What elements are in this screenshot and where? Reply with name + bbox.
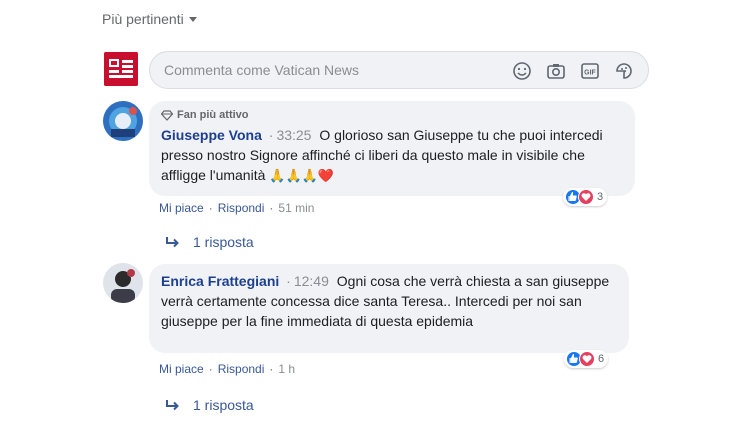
camera-icon[interactable] — [546, 61, 566, 81]
reaction-summary[interactable]: 6 — [564, 350, 609, 368]
love-icon — [579, 351, 595, 367]
comment-author[interactable]: Giuseppe Vona — [161, 127, 262, 143]
sort-label: Più pertinenti — [102, 11, 184, 27]
composer-placeholder[interactable]: Commenta come Vatican News — [164, 62, 359, 78]
comment-age[interactable]: 1 h — [278, 362, 295, 376]
comment-actions: Mi piace · Rispondi · 51 min — [159, 201, 315, 215]
like-button[interactable]: Mi piace — [159, 362, 204, 376]
love-icon — [578, 189, 594, 205]
diamond-icon — [161, 109, 173, 121]
comment-time[interactable]: 12:49 — [294, 273, 329, 289]
comment-age[interactable]: 51 min — [278, 201, 314, 215]
reaction-count: 3 — [597, 191, 604, 203]
view-replies-link[interactable]: 1 risposta — [165, 397, 254, 413]
reply-arrow-icon — [166, 237, 179, 248]
sort-dropdown[interactable]: Più pertinenti — [102, 11, 197, 27]
comment-emoji: 🙏🙏🙏❤️ — [269, 168, 335, 183]
separator: · — [286, 273, 291, 289]
page-avatar — [104, 52, 138, 86]
avatar[interactable] — [103, 101, 143, 141]
comment-bubble: Enrica Frattegiani · 12:49 Ogni cosa che … — [149, 264, 629, 353]
composer-tools: GIF — [512, 61, 634, 81]
sticker-icon[interactable] — [614, 61, 634, 81]
comment-composer[interactable]: Commenta come Vatican News GIF — [149, 51, 649, 89]
reaction-count: 6 — [598, 353, 605, 365]
like-button[interactable]: Mi piace — [159, 201, 204, 215]
reply-arrow-icon — [166, 400, 179, 411]
comment-actions: Mi piace · Rispondi · 1 h — [159, 362, 296, 376]
badge-label: Fan più attivo — [177, 109, 249, 121]
comment-bubble: Fan più attivo Giuseppe Vona · 33:25 O gl… — [149, 101, 635, 196]
replies-label[interactable]: 1 risposta — [193, 234, 254, 250]
comment-time[interactable]: 33:25 — [276, 127, 311, 143]
emoji-icon[interactable] — [512, 61, 532, 81]
avatar[interactable] — [103, 263, 143, 303]
separator: · — [268, 127, 274, 143]
view-replies-link[interactable]: 1 risposta — [165, 234, 254, 250]
gif-icon[interactable]: GIF — [580, 61, 600, 81]
reply-button[interactable]: Rispondi — [218, 201, 265, 215]
caret-down-icon — [188, 17, 197, 22]
reply-button[interactable]: Rispondi — [218, 362, 265, 376]
svg-text:GIF: GIF — [584, 70, 596, 77]
replies-label[interactable]: 1 risposta — [193, 397, 254, 413]
reaction-summary[interactable]: 3 — [563, 188, 608, 206]
top-fan-badge: Fan più attivo — [161, 108, 623, 122]
comment-author[interactable]: Enrica Frattegiani — [161, 273, 279, 289]
